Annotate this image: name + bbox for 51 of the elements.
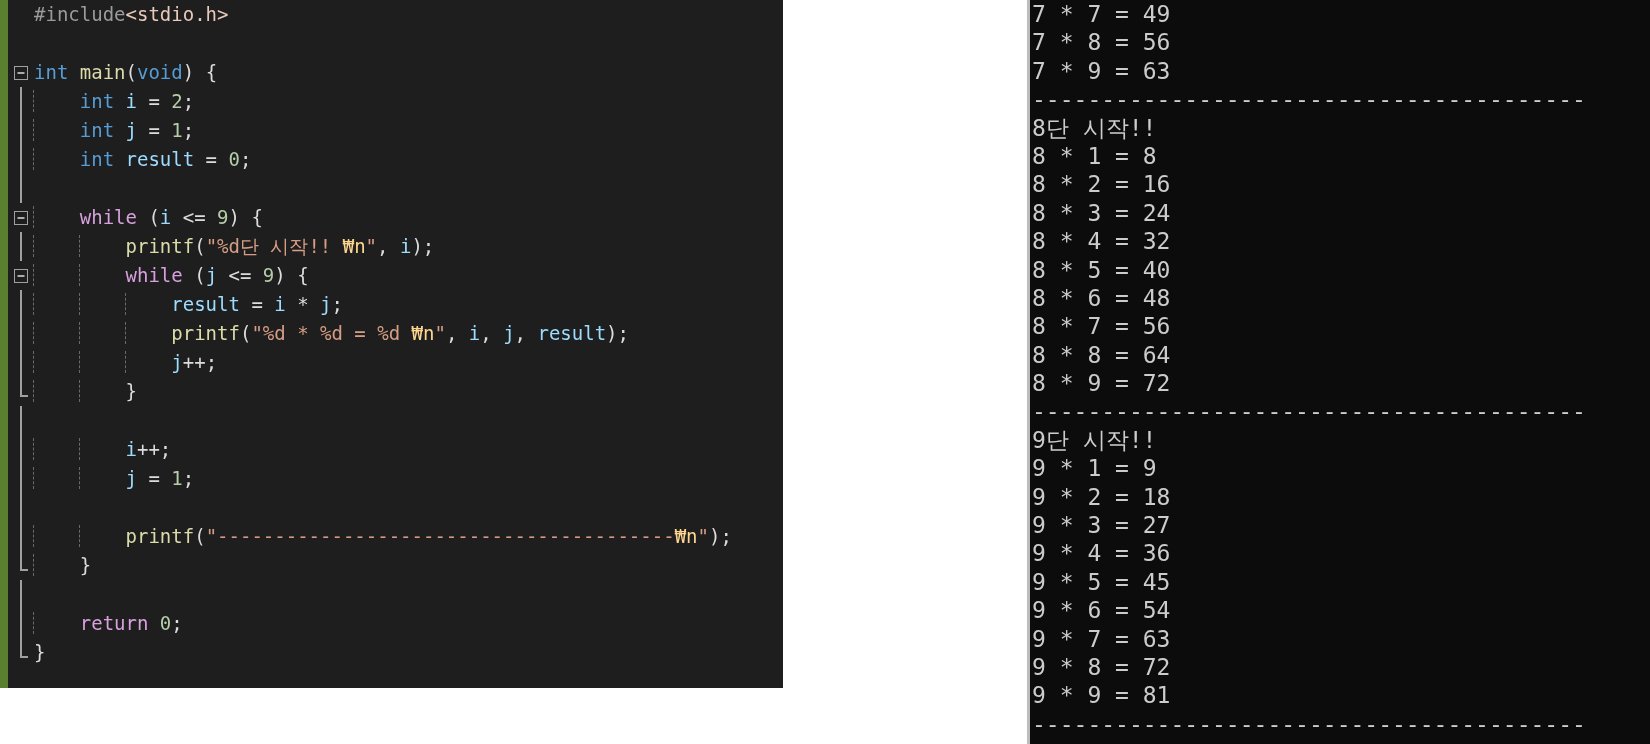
console-output-line: ---------------------------------------- <box>1032 709 1587 739</box>
code-line: return 0; <box>34 609 183 638</box>
code-line: j = 1; <box>34 464 195 493</box>
fold-end-line <box>20 551 28 571</box>
console-output-line: 8 * 2 = 16 <box>1032 170 1172 199</box>
console-output-line: 9 * 7 = 63 <box>1032 624 1172 653</box>
fold-collapse-icon[interactable] <box>14 268 28 283</box>
console-output-line: 8 * 4 = 32 <box>1032 227 1172 256</box>
console-output-line: 9단 시작!! <box>1032 425 1158 455</box>
console-output-line: 8 * 3 = 24 <box>1032 198 1172 228</box>
console-output-line: 9 * 2 = 18 <box>1032 482 1172 512</box>
code-line: #include<stdio.h> <box>34 2 229 27</box>
code-line: int j = 1; <box>34 116 195 145</box>
code-line: printf("----------------------------------------₩n"); <box>34 522 732 551</box>
code-line: int result = 0; <box>34 145 252 174</box>
code-line: while (i <= 9) { <box>34 203 263 232</box>
console-output-line: ---------------------------------------- <box>1032 397 1587 426</box>
fold-collapse-icon[interactable] <box>14 65 28 80</box>
code-line: result = i * j; <box>34 290 343 319</box>
console-output-line: 8 * 7 = 56 <box>1032 312 1172 341</box>
console-output-line: 8 * 6 = 48 <box>1032 283 1172 313</box>
console-output-line: 8 * 1 = 8 <box>1032 141 1158 171</box>
code-line: while (j <= 9) { <box>34 261 309 290</box>
fold-line <box>20 232 22 261</box>
console-output-line: 8 * 9 = 72 <box>1032 369 1172 398</box>
console-output-line: 9 * 3 = 27 <box>1032 511 1172 540</box>
console-output-line: 9 * 8 = 72 <box>1032 653 1172 682</box>
console-output-line: 8단 시작!! <box>1032 113 1158 142</box>
console-output-line: ---------------------------------------- <box>1032 85 1587 114</box>
code-line: int i = 2; <box>34 87 195 116</box>
code-line: i++; <box>34 435 172 464</box>
fold-end-line <box>20 638 28 658</box>
console-output-line: 9 * 6 = 54 <box>1032 596 1172 625</box>
code-line: } <box>34 551 92 580</box>
console-output-line: 9 * 5 = 45 <box>1032 567 1172 597</box>
console-output-line: 9 * 4 = 36 <box>1032 539 1172 568</box>
code-line: printf("%d * %d = %d ₩n", i, j, result); <box>34 319 629 348</box>
fold-end-line <box>20 377 28 397</box>
console-output-line: 9 * 1 = 9 <box>1032 454 1158 483</box>
console-output-line: 8 * 5 = 40 <box>1032 255 1172 284</box>
console-output-line: 8 * 8 = 64 <box>1032 340 1172 370</box>
fold-collapse-icon[interactable] <box>14 210 28 225</box>
code-line: printf("%d단 시작!! ₩n", i); <box>34 232 435 261</box>
code-line: } <box>34 640 46 665</box>
console-output-line: 9 * 9 = 81 <box>1032 681 1172 710</box>
code-line: int main(void) { <box>34 60 218 85</box>
console-output-line: 7 * 9 = 63 <box>1032 56 1172 86</box>
code-line: } <box>34 377 137 406</box>
code-line: j++; <box>34 348 218 377</box>
console-output-line: 7 * 8 = 56 <box>1032 28 1172 57</box>
console-output-line: 7 * 7 = 49 <box>1032 0 1172 29</box>
